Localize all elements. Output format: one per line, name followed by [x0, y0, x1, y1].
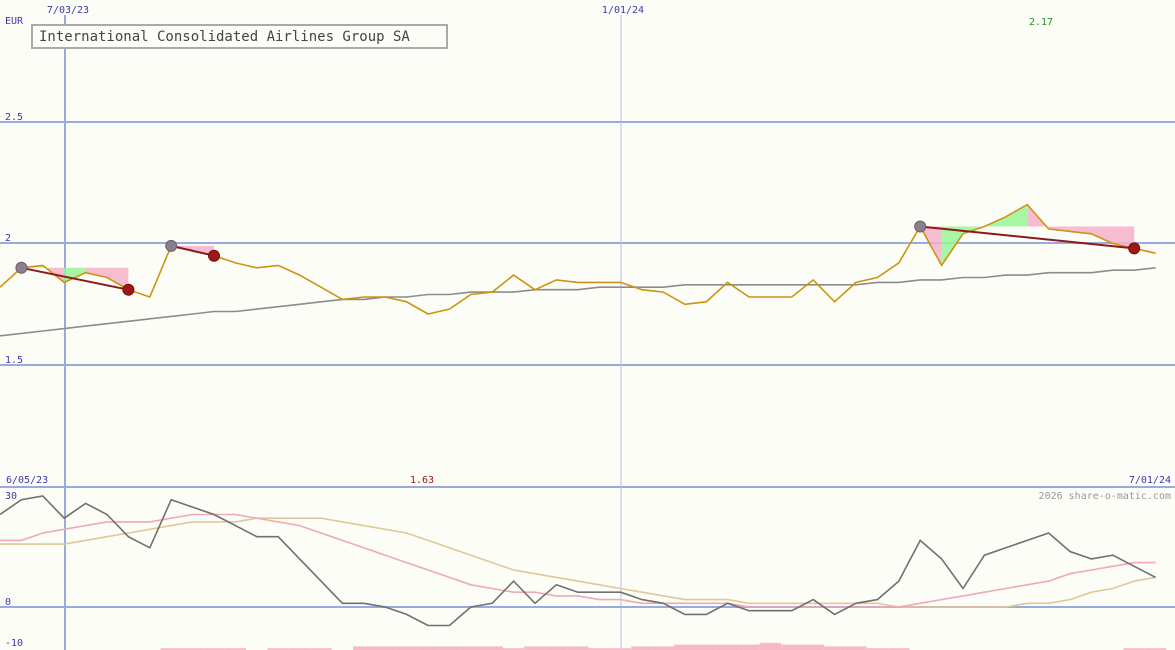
indicator-line3	[0, 517, 1156, 608]
indicator-bar	[567, 646, 589, 650]
indicator-bar	[845, 646, 867, 650]
trend-start-marker	[15, 261, 28, 274]
moving-average-line	[0, 267, 1156, 337]
y-tick-label: 1.5	[5, 355, 23, 366]
price-layer	[0, 203, 1156, 315]
chart-title: International Consolidated Airlines Grou…	[39, 29, 410, 45]
moving-average-layer	[0, 267, 1156, 337]
indicator-bar	[631, 646, 653, 650]
trend-end-marker	[122, 283, 135, 296]
watermark: 2026 share-o-matic.com	[1039, 491, 1171, 502]
trend-end-marker	[1128, 242, 1141, 255]
trend-start-marker	[165, 239, 178, 252]
indicator-bars	[160, 642, 1167, 650]
indicator-bar	[460, 646, 482, 650]
high-value-label: 2.17	[1029, 17, 1053, 28]
indicator-bar	[781, 644, 803, 650]
indicator-bar	[438, 646, 461, 650]
indicator-bar	[395, 646, 418, 650]
indicator-bar	[353, 646, 375, 650]
main-chart-grid	[0, 15, 1175, 650]
trend-start-marker	[914, 220, 927, 233]
chart-labels: EUR 2.5 2 1.5 7/03/23 1/01/24 2.17 1.63 …	[5, 5, 1171, 649]
indicator-bar	[759, 642, 782, 650]
indicator-bar	[524, 646, 546, 650]
y-axis-unit: EUR	[5, 16, 24, 27]
start-date-label: 6/05/23	[6, 475, 48, 486]
indicator-bar	[674, 644, 696, 650]
indicator-bar	[374, 646, 396, 650]
stock-chart: EUR 2.5 2 1.5 7/03/23 1/01/24 2.17 1.63 …	[0, 5, 1175, 650]
indicator-bar	[417, 646, 439, 650]
x-tick-label: 7/03/23	[47, 5, 89, 16]
end-date-label: 7/01/24	[1129, 475, 1171, 486]
trend-end-marker	[208, 249, 220, 262]
indicator-bar	[481, 646, 503, 650]
indicator-bar	[738, 644, 760, 650]
indicator-bar	[545, 646, 568, 650]
y-tick-label: 2	[5, 233, 11, 244]
price-line	[0, 203, 1156, 315]
indicator-line2	[0, 513, 1156, 608]
indicator-bar	[716, 644, 739, 650]
x-tick-label: 1/01/24	[602, 5, 644, 16]
trend-lines	[15, 220, 1141, 296]
indicator-y-tick: 30	[5, 491, 17, 502]
indicator-bar	[695, 644, 717, 650]
indicator-y-tick: -10	[5, 638, 23, 649]
indicator-bar	[802, 644, 824, 650]
indicator-bar	[823, 646, 846, 650]
chart-title-box: International Consolidated Airlines Grou…	[31, 24, 448, 49]
indicator-y-tick: 0	[5, 597, 11, 608]
low-value-label: 1.63	[410, 475, 434, 486]
indicator-bar	[652, 646, 675, 650]
y-tick-label: 2.5	[5, 112, 23, 123]
